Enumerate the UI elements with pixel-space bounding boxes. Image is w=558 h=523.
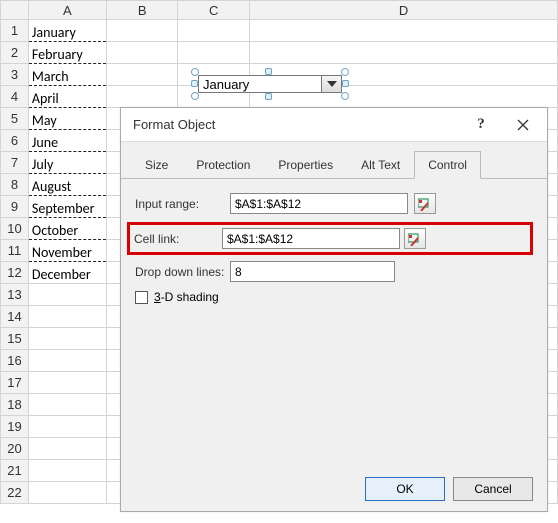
cell[interactable]: April — [28, 86, 106, 108]
tab-properties[interactable]: Properties — [264, 151, 347, 179]
cell[interactable]: July — [28, 152, 106, 174]
row-header[interactable]: 3 — [1, 64, 29, 86]
input-range-field[interactable] — [230, 193, 408, 214]
row-header[interactable]: 18 — [1, 394, 29, 416]
col-header-b[interactable]: B — [106, 1, 178, 20]
row-header[interactable]: 8 — [1, 174, 29, 196]
cell[interactable]: December — [28, 262, 106, 284]
checkbox-icon — [135, 291, 148, 304]
cell[interactable]: August — [28, 174, 106, 196]
close-button[interactable] — [503, 111, 543, 139]
tab-alt-text[interactable]: Alt Text — [347, 151, 414, 179]
cell[interactable] — [178, 20, 250, 42]
row-header[interactable]: 6 — [1, 130, 29, 152]
cell[interactable]: September — [28, 196, 106, 218]
cell[interactable] — [106, 20, 178, 42]
row-header[interactable]: 12 — [1, 262, 29, 284]
dropdown-lines-label: Drop down lines: — [135, 265, 230, 279]
cell[interactable] — [28, 328, 106, 350]
row-header[interactable]: 4 — [1, 86, 29, 108]
3d-shading-checkbox[interactable]: 3-D shading — [135, 290, 533, 304]
ok-button[interactable]: OK — [365, 477, 445, 501]
cell[interactable]: October — [28, 218, 106, 240]
col-header-d[interactable]: D — [250, 1, 558, 20]
input-range-picker[interactable] — [414, 193, 436, 214]
cell[interactable] — [28, 416, 106, 438]
row-header[interactable]: 7 — [1, 152, 29, 174]
cell[interactable]: June — [28, 130, 106, 152]
dropdown-control[interactable]: January — [195, 72, 345, 96]
3d-shading-label-rest: -D shading — [161, 290, 219, 304]
row-header[interactable]: 17 — [1, 372, 29, 394]
tab-size[interactable]: Size — [131, 151, 182, 179]
row-header[interactable]: 9 — [1, 196, 29, 218]
dialog-title: Format Object — [133, 117, 215, 132]
row-header[interactable]: 13 — [1, 284, 29, 306]
cell[interactable] — [28, 394, 106, 416]
cell[interactable] — [28, 350, 106, 372]
row-header[interactable]: 16 — [1, 350, 29, 372]
cell[interactable]: May — [28, 108, 106, 130]
cell[interactable] — [178, 42, 250, 64]
cell[interactable]: November — [28, 240, 106, 262]
row-header[interactable]: 15 — [1, 328, 29, 350]
row-header[interactable]: 10 — [1, 218, 29, 240]
input-range-label: Input range: — [135, 197, 230, 211]
cell-link-picker[interactable] — [404, 228, 426, 249]
row-header[interactable]: 21 — [1, 460, 29, 482]
cancel-button[interactable]: Cancel — [453, 477, 533, 501]
col-header-c[interactable]: C — [178, 1, 250, 20]
cell-link-label: Cell link: — [134, 232, 222, 246]
cell[interactable] — [28, 438, 106, 460]
cell-link-field[interactable] — [222, 228, 400, 249]
row-header[interactable]: 14 — [1, 306, 29, 328]
cell[interactable] — [250, 42, 558, 64]
row-header[interactable]: 2 — [1, 42, 29, 64]
dropdown-arrow[interactable] — [321, 76, 341, 92]
cell[interactable] — [28, 306, 106, 328]
cell[interactable]: February — [28, 42, 106, 64]
corner-cell[interactable] — [1, 1, 29, 20]
cell[interactable] — [250, 20, 558, 42]
cell[interactable] — [106, 86, 178, 108]
dialog-tabs: SizeProtectionPropertiesAlt TextControl — [121, 142, 547, 179]
row-header[interactable]: 22 — [1, 482, 29, 504]
cell[interactable]: January — [28, 20, 106, 42]
cell[interactable] — [106, 64, 178, 86]
row-header[interactable]: 1 — [1, 20, 29, 42]
cell-link-highlight: Cell link: — [127, 222, 533, 255]
cell[interactable] — [28, 284, 106, 306]
row-header[interactable]: 5 — [1, 108, 29, 130]
row-header[interactable]: 19 — [1, 416, 29, 438]
cell[interactable] — [28, 372, 106, 394]
row-header[interactable]: 20 — [1, 438, 29, 460]
tab-control[interactable]: Control — [414, 151, 481, 179]
tab-protection[interactable]: Protection — [182, 151, 264, 179]
dropdown-lines-field[interactable] — [230, 261, 395, 282]
dropdown-value: January — [203, 77, 249, 92]
cell[interactable] — [28, 460, 106, 482]
help-button[interactable]: ? — [461, 111, 501, 139]
col-header-a[interactable]: A — [28, 1, 106, 20]
row-header[interactable]: 11 — [1, 240, 29, 262]
cell[interactable] — [28, 482, 106, 504]
cell[interactable]: March — [28, 64, 106, 86]
control-tab-panel: Input range: Cell link: Drop down lines:… — [121, 179, 547, 318]
format-object-dialog: Format Object ? SizeProtectionProperties… — [120, 107, 548, 512]
cell[interactable] — [106, 42, 178, 64]
